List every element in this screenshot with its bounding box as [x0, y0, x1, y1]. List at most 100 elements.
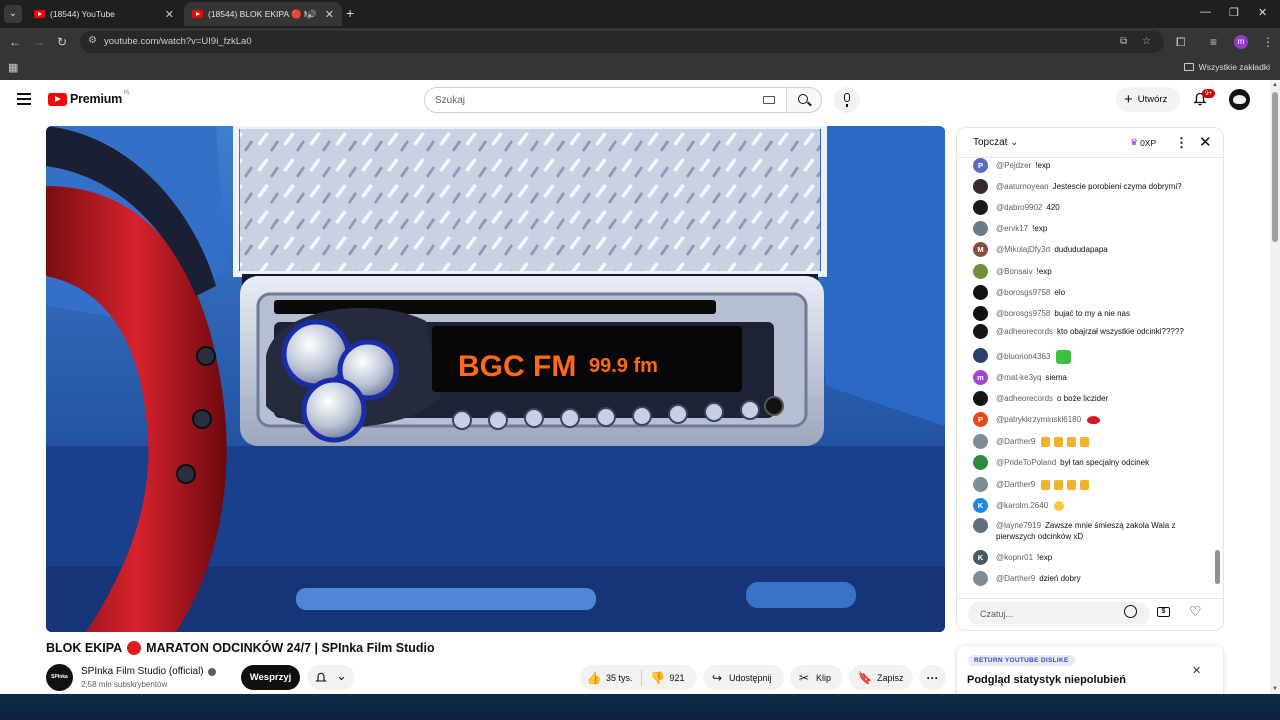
dislike-count[interactable]: 921 [670, 673, 685, 683]
chat-author-avatar[interactable] [973, 179, 988, 194]
chat-author-name[interactable]: @Darther9 [996, 480, 1035, 489]
chat-author-name[interactable]: @Pejdzer [996, 161, 1031, 170]
voice-search-button[interactable] [834, 87, 860, 113]
dislike-icon[interactable]: 👎 [650, 671, 666, 685]
address-bar[interactable]: ⚙ youtube.com/watch?v=UI9i_fzkLa0 ⧉ ☆ [80, 31, 1164, 53]
chat-author-name[interactable]: @bluorion4363 [996, 352, 1050, 361]
chat-author-avatar[interactable] [973, 200, 988, 215]
chat-author-avatar[interactable] [973, 348, 988, 363]
chat-author-name[interactable]: @ervk17 [996, 224, 1028, 233]
media-controls-icon[interactable]: ≡ [1210, 34, 1217, 50]
chat-author-name[interactable]: @mat-ke3yq [996, 373, 1041, 382]
browser-tab-1[interactable]: (18544) YouTube ✕ [26, 2, 182, 26]
chat-author-name[interactable]: @karolm.2640 [996, 501, 1048, 510]
xp-counter[interactable]: ♛ 0XP [1130, 137, 1156, 148]
extensions-icon[interactable]: ⧠ [1176, 34, 1186, 50]
account-avatar[interactable] [1229, 89, 1250, 110]
channel-name-link[interactable]: SPInka Film Studio (official) [81, 666, 216, 677]
chat-author-avatar[interactable]: m [973, 370, 988, 385]
chat-author-name[interactable]: @Bonsaiv [996, 267, 1033, 276]
chat-author-name[interactable]: @MikolajDfy3rt [996, 245, 1050, 254]
chat-author-avatar[interactable]: K [973, 498, 988, 513]
chat-scrollbar[interactable] [1215, 550, 1220, 584]
chat-author-name[interactable]: @Darther9 [996, 437, 1035, 446]
support-button[interactable]: Wesprzyj [241, 665, 300, 690]
heart-icon[interactable]: ♡ [1189, 603, 1202, 620]
like-count[interactable]: 35 tys. [606, 673, 633, 683]
chat-author-avatar[interactable]: K [973, 550, 988, 565]
video-player[interactable]: BGC FM 99.9 fm [46, 126, 945, 632]
chat-author-avatar[interactable] [973, 221, 988, 236]
close-window-icon[interactable]: ✕ [1258, 6, 1267, 19]
site-info-icon[interactable]: ⚙ [88, 35, 97, 46]
chat-author-name[interactable]: @aaturnoyean [996, 182, 1049, 191]
chat-author-name[interactable]: @borosgs9758 [996, 309, 1050, 318]
create-button[interactable]: + Utwórz [1116, 87, 1180, 112]
chat-author-avatar[interactable]: P [973, 158, 988, 173]
close-tab-icon[interactable]: ✕ [325, 8, 334, 21]
chat-author-name[interactable]: @layne7919 [996, 521, 1041, 530]
search-input[interactable]: Szukaj [424, 87, 822, 113]
scrollbar-thumb[interactable] [1272, 92, 1278, 242]
menu-icon[interactable] [17, 93, 31, 105]
browser-menu-icon[interactable]: ⋮ [1262, 34, 1274, 50]
chat-author-name[interactable]: @adheorecords [996, 327, 1053, 336]
close-tab-icon[interactable]: ✕ [165, 8, 174, 21]
chat-author-name[interactable]: @adheorecords [996, 394, 1053, 403]
restore-icon[interactable]: ❐ [1229, 6, 1239, 19]
chat-author-name[interactable]: @borosgs9758 [996, 288, 1050, 297]
chat-more-icon[interactable]: ⋮ [1175, 135, 1188, 151]
chat-author-avatar[interactable] [973, 434, 988, 449]
profile-avatar[interactable]: m [1234, 35, 1248, 49]
chat-author-name[interactable]: @Darther9 [996, 574, 1035, 583]
keyboard-icon[interactable] [763, 96, 775, 104]
share-button[interactable]: ↪ Udostępnij [703, 665, 784, 690]
red-circle-emoji-icon [127, 641, 142, 655]
browser-tab-2-active[interactable]: (18544) BLOK EKIPA 🔴 MA 🔊 ✕ [184, 2, 342, 26]
youtube-premium-logo[interactable]: Premium PL [48, 90, 130, 106]
close-chat-icon[interactable]: ✕ [1199, 133, 1212, 151]
chat-author-avatar[interactable] [973, 518, 988, 533]
all-bookmarks-button[interactable]: Wszystkie zakładki [1183, 62, 1270, 72]
speaker-icon[interactable]: 🔊 [307, 10, 317, 19]
chat-author-avatar[interactable] [973, 306, 988, 321]
chat-author-name[interactable]: @patrykkrzyminski6180 [996, 415, 1081, 424]
emoji-icon[interactable] [1124, 605, 1137, 618]
chat-author-avatar[interactable] [973, 455, 988, 470]
apps-grid-icon[interactable]: ▦ [8, 61, 18, 74]
subscription-notification-button[interactable]: ⌄ [307, 665, 355, 690]
more-actions-button[interactable]: ··· [919, 665, 946, 690]
search-button[interactable] [786, 87, 822, 113]
chat-author-name[interactable]: @kopnr01 [996, 553, 1033, 562]
forward-icon[interactable]: → [33, 34, 45, 50]
chat-author-avatar[interactable] [973, 285, 988, 300]
scroll-down-icon[interactable]: ▼ [1272, 686, 1278, 692]
close-popup-icon[interactable]: ✕ [1192, 664, 1201, 677]
chat-author-avatar[interactable]: P [973, 412, 988, 427]
chat-mode-dropdown[interactable]: Topczat ⌄ [973, 137, 1018, 148]
like-icon[interactable]: 👍 [586, 671, 602, 685]
chat-author-avatar[interactable]: M [973, 242, 988, 257]
chat-author-avatar[interactable] [973, 264, 988, 279]
save-button[interactable]: 🔖 Zapisz [849, 665, 913, 690]
chat-author-avatar[interactable] [973, 324, 988, 339]
new-tab-icon[interactable]: + [346, 5, 354, 21]
channel-avatar[interactable]: SPInka [46, 664, 73, 691]
reload-icon[interactable]: ↻ [57, 34, 67, 50]
back-icon[interactable]: ← [9, 34, 21, 50]
clip-button[interactable]: ✂ Klip [790, 665, 843, 690]
install-app-icon[interactable]: ⧉ [1120, 36, 1127, 47]
super-chat-icon[interactable]: $ [1157, 607, 1170, 617]
bookmark-star-icon[interactable]: ☆ [1142, 36, 1151, 47]
plus-icon: + [1124, 90, 1133, 108]
minimize-icon[interactable]: — [1200, 6, 1211, 18]
chat-author-avatar[interactable] [973, 571, 988, 586]
tab-search-button[interactable]: ⌄ [4, 5, 22, 23]
chat-author-name[interactable]: @dabro9902 [996, 203, 1042, 212]
page-scrollbar[interactable]: ▲ ▼ [1270, 80, 1280, 694]
chat-author-avatar[interactable] [973, 391, 988, 406]
chat-author-name[interactable]: @PrideToPoland [996, 458, 1056, 467]
chat-input[interactable]: Czatuj... [968, 602, 1150, 626]
chat-author-avatar[interactable] [973, 477, 988, 492]
scroll-up-icon[interactable]: ▲ [1272, 82, 1278, 88]
